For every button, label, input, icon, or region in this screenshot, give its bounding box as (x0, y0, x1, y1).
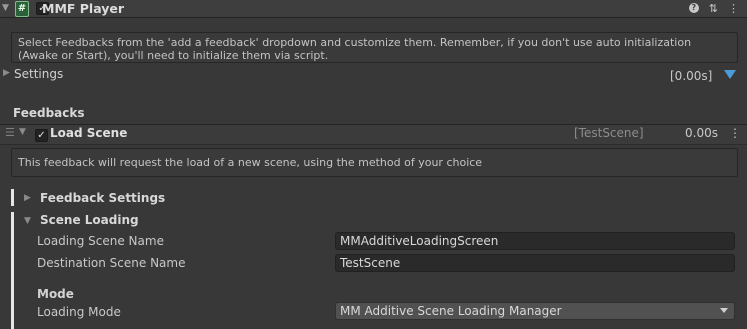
foldout-arrow-icon[interactable]: ▼ (2, 0, 9, 17)
mode-heading: Mode (37, 287, 74, 301)
header-icons: ? ⇅ ⋮ (688, 0, 739, 17)
feedback-settings-foldout[interactable]: Feedback Settings (40, 191, 165, 205)
loading-mode-value: MM Additive Scene Loading Manager (340, 304, 562, 318)
dropdown-triangle-icon[interactable] (724, 70, 736, 79)
loading-mode-label: Loading Mode (37, 305, 121, 319)
feedback-title: Load Scene (50, 126, 128, 140)
feedbacks-heading: Feedbacks (13, 106, 85, 120)
settings-foldout[interactable]: Settings (14, 67, 63, 81)
kebab-menu-icon[interactable]: ⋮ (729, 125, 741, 141)
sliders-icon[interactable]: ⇅ (709, 0, 718, 17)
loading-scene-name-input[interactable]: MMAdditiveLoadingScreen (335, 232, 735, 250)
help-icon[interactable]: ? (688, 3, 699, 13)
component-title: MMF Player (42, 1, 125, 16)
section-accent-bar (11, 189, 14, 206)
kebab-menu-icon[interactable]: ⋮ (728, 0, 739, 17)
destination-scene-name-input[interactable]: TestScene (335, 254, 735, 272)
total-duration-label: [0.00s] (670, 69, 713, 83)
help-box: Select Feedbacks from the 'add a feedbac… (11, 32, 738, 63)
loading-mode-dropdown[interactable]: MM Additive Scene Loading Manager (335, 302, 735, 320)
foldout-arrow-icon[interactable]: ▶ (3, 68, 10, 78)
destination-scene-name-label: Destination Scene Name (37, 256, 186, 270)
foldout-arrow-icon[interactable]: ▼ (24, 216, 31, 226)
foldout-arrow-icon[interactable]: ▶ (24, 193, 31, 203)
chevron-down-icon (720, 308, 728, 313)
script-icon: # (15, 1, 29, 17)
loading-scene-name-label: Loading Scene Name (37, 234, 164, 248)
section-accent-bar (11, 212, 14, 329)
feedback-scene-tag: [TestScene] (574, 126, 644, 140)
foldout-arrow-icon[interactable]: ▼ (19, 127, 26, 137)
scene-loading-foldout[interactable]: Scene Loading (40, 213, 139, 227)
feedback-enabled-checkbox[interactable]: ✓ (35, 129, 48, 142)
feedback-description: This feedback will request the load of a… (11, 148, 738, 177)
feedback-duration: 0.00s (685, 126, 718, 140)
drag-handle-icon[interactable]: ☰ (5, 127, 15, 139)
